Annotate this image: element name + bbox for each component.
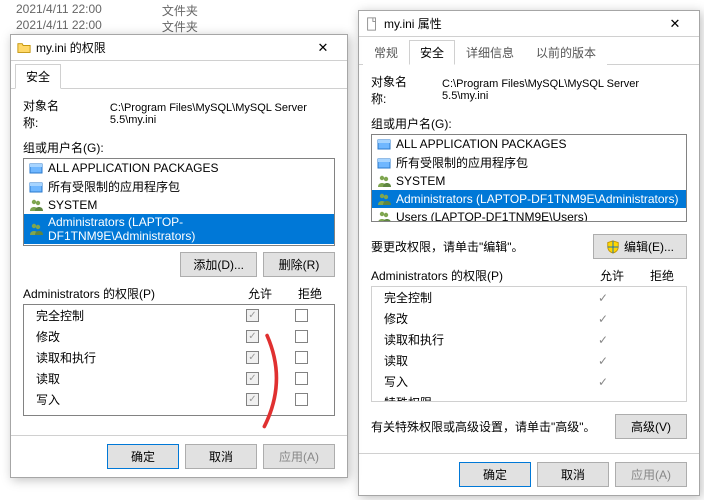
groups-label: 组或用户名(G): xyxy=(371,115,687,132)
tab-bar: 安全 xyxy=(11,63,347,89)
file-icon xyxy=(365,17,379,31)
deny-checkbox[interactable] xyxy=(295,309,308,322)
perm-label: Administrators 的权限(P) xyxy=(23,285,235,302)
tab-details[interactable]: 详细信息 xyxy=(455,40,525,65)
titlebar: my.ini 属性 ✕ xyxy=(359,11,699,37)
permission-row: 写入 xyxy=(24,389,334,410)
allow-tick xyxy=(578,375,628,389)
close-icon[interactable]: ✕ xyxy=(303,37,343,59)
object-label: 对象名称: xyxy=(371,73,422,107)
properties-dialog: my.ini 属性 ✕ 常规 安全 详细信息 以前的版本 对象名称: C:\Pr… xyxy=(358,10,700,496)
col-deny: 拒绝 xyxy=(285,285,335,302)
users-icon xyxy=(376,209,392,222)
cancel-button[interactable]: 取消 xyxy=(185,444,257,469)
dialog-buttons: 确定 取消 应用(A) xyxy=(11,435,347,477)
object-label: 对象名称: xyxy=(23,97,70,131)
allow-checkbox[interactable] xyxy=(246,372,259,385)
col-allow: 允许 xyxy=(235,285,285,302)
permissions-list: 完全控制修改读取和执行读取写入特殊权限 xyxy=(371,286,687,402)
tab-security[interactable]: 安全 xyxy=(409,40,455,65)
tab-security[interactable]: 安全 xyxy=(15,64,61,89)
permission-row: 读取 xyxy=(372,350,686,371)
perm-label: Administrators 的权限(P) xyxy=(371,267,587,284)
package-icon xyxy=(376,136,392,152)
allow-tick xyxy=(578,312,628,326)
groups-list[interactable]: ALL APPLICATION PACKAGES所有受限制的应用程序包SYSTE… xyxy=(23,158,335,246)
tab-general[interactable]: 常规 xyxy=(363,40,409,65)
ok-button[interactable]: 确定 xyxy=(107,444,179,469)
package-icon xyxy=(376,155,392,171)
permission-row: 完全控制 xyxy=(24,305,334,326)
package-icon xyxy=(28,160,44,176)
users-icon xyxy=(28,245,44,246)
folder-icon xyxy=(17,41,31,55)
deny-checkbox[interactable] xyxy=(295,330,308,343)
allow-checkbox[interactable] xyxy=(246,330,259,343)
allow-checkbox[interactable] xyxy=(246,393,259,406)
allow-checkbox[interactable] xyxy=(246,351,259,364)
group-item[interactable]: SYSTEM xyxy=(24,196,334,214)
users-icon xyxy=(28,221,44,237)
apply-button[interactable]: 应用(A) xyxy=(615,462,687,487)
edit-hint: 要更改权限，请单击"编辑"。 xyxy=(371,238,593,255)
add-button[interactable]: 添加(D)... xyxy=(180,252,257,277)
col-allow: 允许 xyxy=(587,267,637,284)
edit-button[interactable]: 编辑(E)... xyxy=(593,234,687,259)
groups-label: 组或用户名(G): xyxy=(23,139,335,156)
group-item[interactable]: Users (LAPTOP-DF1TNM9E\Users) xyxy=(372,208,686,222)
apply-button[interactable]: 应用(A) xyxy=(263,444,335,469)
bg-row: 2021/4/11 22:00 文件夹 xyxy=(16,2,198,19)
allow-checkbox[interactable] xyxy=(246,309,259,322)
permissions-dialog: my.ini 的权限 ✕ 安全 对象名称: C:\Program Files\M… xyxy=(10,34,348,478)
group-item[interactable]: Administrators (LAPTOP-DF1TNM9E\Administ… xyxy=(24,214,334,244)
ok-button[interactable]: 确定 xyxy=(459,462,531,487)
permission-row: 读取 xyxy=(24,368,334,389)
users-icon xyxy=(28,197,44,213)
permission-row: 修改 xyxy=(372,308,686,329)
deny-checkbox[interactable] xyxy=(295,351,308,364)
deny-checkbox[interactable] xyxy=(295,372,308,385)
allow-tick xyxy=(578,333,628,347)
shield-icon xyxy=(606,240,620,254)
bg-row: 2021/4/11 22:00 文件夹 xyxy=(16,18,198,35)
group-item[interactable]: SYSTEM xyxy=(372,172,686,190)
group-item[interactable]: Users (LAPTOP-DF1TNM9E\Users) xyxy=(24,244,334,246)
window-title: my.ini 属性 xyxy=(384,15,655,32)
advanced-hint: 有关特殊权限或高级设置，请单击"高级"。 xyxy=(371,418,615,435)
tab-bar: 常规 安全 详细信息 以前的版本 xyxy=(359,39,699,65)
object-path: C:\Program Files\MySQL\MySQL Server 5.5\… xyxy=(442,78,687,102)
advanced-button[interactable]: 高级(V) xyxy=(615,414,687,439)
permissions-list: 完全控制修改读取和执行读取写入 xyxy=(23,304,335,416)
group-item[interactable]: ALL APPLICATION PACKAGES xyxy=(372,135,686,153)
tab-previous[interactable]: 以前的版本 xyxy=(525,40,607,65)
group-item[interactable]: 所有受限制的应用程序包 xyxy=(372,153,686,172)
titlebar: my.ini 的权限 ✕ xyxy=(11,35,347,61)
permission-row: 读取和执行 xyxy=(24,347,334,368)
permission-row: 写入 xyxy=(372,371,686,392)
cancel-button[interactable]: 取消 xyxy=(537,462,609,487)
groups-list[interactable]: ALL APPLICATION PACKAGES所有受限制的应用程序包SYSTE… xyxy=(371,134,687,222)
group-item[interactable]: Administrators (LAPTOP-DF1TNM9E\Administ… xyxy=(372,190,686,208)
permission-row: 修改 xyxy=(24,326,334,347)
allow-tick xyxy=(578,291,628,305)
close-icon[interactable]: ✕ xyxy=(655,13,695,35)
deny-checkbox[interactable] xyxy=(295,393,308,406)
group-item[interactable]: ALL APPLICATION PACKAGES xyxy=(24,159,334,177)
window-title: my.ini 的权限 xyxy=(36,39,303,56)
allow-tick xyxy=(578,354,628,368)
permission-row: 特殊权限 xyxy=(372,392,686,402)
remove-button[interactable]: 删除(R) xyxy=(263,252,335,277)
users-icon xyxy=(376,173,392,189)
package-icon xyxy=(28,179,44,195)
object-path: C:\Program Files\MySQL\MySQL Server 5.5\… xyxy=(110,102,335,126)
dialog-buttons: 确定 取消 应用(A) xyxy=(359,453,699,495)
permission-row: 完全控制 xyxy=(372,287,686,308)
users-icon xyxy=(376,191,392,207)
col-deny: 拒绝 xyxy=(637,267,687,284)
permission-row: 读取和执行 xyxy=(372,329,686,350)
group-item[interactable]: 所有受限制的应用程序包 xyxy=(24,177,334,196)
